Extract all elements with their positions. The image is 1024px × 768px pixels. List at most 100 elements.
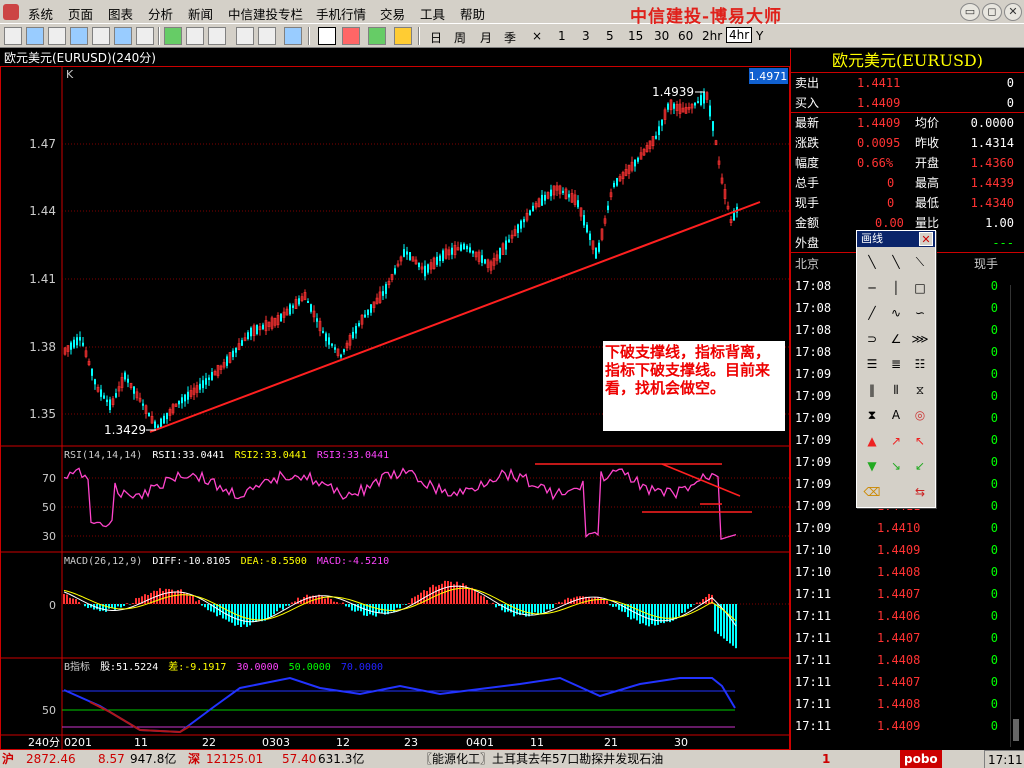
toolbar-btn-6[interactable]	[114, 27, 132, 45]
up-left-arrow-icon[interactable]: ↖	[909, 430, 931, 452]
period-4hr[interactable]: 4hr	[726, 27, 753, 43]
gann-icon[interactable]: ≣	[885, 353, 907, 375]
candle-body	[358, 323, 360, 326]
channel-icon[interactable]: ☷	[909, 353, 931, 375]
up-right-arrow-icon[interactable]: ↗	[885, 430, 907, 452]
clock: 17:11	[984, 750, 1024, 768]
zoom-out-icon[interactable]	[208, 27, 226, 45]
candle-body	[202, 380, 204, 389]
toolbar-btn-4[interactable]	[70, 27, 88, 45]
quote-row-change: 涨跌 0.0095 昨收 1.4314	[791, 133, 1024, 153]
quote-row-latest: 最新 1.4409 均价 0.0000	[791, 113, 1024, 133]
down-right-arrow-icon[interactable]: ↘	[885, 455, 907, 477]
line-tool-icon[interactable]: ╲	[861, 251, 883, 273]
period-1min[interactable]: 1	[558, 29, 566, 43]
rsi2-value: RSI2:33.0441	[235, 450, 307, 461]
ray-tool-icon[interactable]: ╲	[885, 251, 907, 273]
cycle-lines-icon[interactable]: ‖	[861, 379, 883, 401]
candle-body	[484, 259, 486, 264]
draw-line-icon[interactable]	[318, 27, 336, 45]
candle-body	[364, 314, 366, 318]
change-label: 涨跌	[795, 136, 820, 150]
hourglass-icon[interactable]: ⧖	[909, 379, 931, 401]
menu-help[interactable]: 帮助	[460, 4, 485, 23]
up-arrow-icon[interactable]: ▲	[861, 430, 883, 452]
menu-analysis[interactable]: 分析	[148, 4, 173, 23]
b-title: B指标	[64, 660, 90, 673]
horizontal-line-icon[interactable]: ─	[861, 277, 883, 299]
zoom-in-icon[interactable]	[186, 27, 204, 45]
parallel-tool-icon[interactable]: ⟍	[909, 251, 931, 273]
wave-icon[interactable]: ∿	[885, 302, 907, 324]
speed-line-icon[interactable]: ⧗	[861, 404, 883, 426]
menu-news[interactable]: 新闻	[188, 4, 213, 23]
toolbar-btn-2[interactable]	[26, 27, 44, 45]
rectangle-icon[interactable]: □	[909, 277, 931, 299]
text-tool-icon[interactable]: A	[885, 404, 907, 426]
tick-row: 17:11 1.4406 0	[791, 605, 1024, 627]
period-2hr[interactable]: 2hr	[702, 29, 722, 43]
period-close-icon[interactable]: ×	[532, 29, 542, 43]
alert-count[interactable]: 1	[822, 750, 830, 768]
toolbar-btn-3[interactable]	[48, 27, 66, 45]
candle-body	[655, 135, 657, 139]
app-logo-icon[interactable]	[3, 4, 19, 20]
sz-label: 深	[188, 752, 201, 766]
menu-mobile-quotes[interactable]: 手机行情	[316, 4, 366, 23]
down-left-arrow-icon[interactable]: ↙	[909, 455, 931, 477]
b-diff: 差:-9.1917	[168, 660, 226, 673]
palette-close-button[interactable]: ✕	[919, 232, 933, 246]
period-15min[interactable]: 15	[628, 29, 643, 43]
candle-body	[427, 264, 429, 273]
period-quarter[interactable]: 季	[504, 29, 516, 46]
candle-body	[100, 389, 102, 397]
menu-system[interactable]: 系统	[28, 4, 53, 23]
period-week[interactable]: 周	[454, 29, 466, 46]
candle-body	[439, 255, 441, 261]
period-day[interactable]: 日	[430, 29, 442, 46]
target-icon[interactable]: ◎	[909, 404, 931, 426]
close-button[interactable]: ✕	[1004, 3, 1022, 21]
cursor-icon[interactable]	[258, 27, 276, 45]
alarm-bell-icon[interactable]	[342, 27, 360, 45]
toolbar-btn-5[interactable]	[92, 27, 110, 45]
menu-citic-column[interactable]: 中信建投专栏	[228, 4, 303, 23]
menu-tools[interactable]: 工具	[420, 4, 445, 23]
total-label: 总手	[795, 176, 820, 190]
down-arrow-icon[interactable]: ▼	[861, 455, 883, 477]
export-icon[interactable]	[284, 27, 302, 45]
period-year[interactable]: Y	[756, 29, 763, 43]
blocks-icon[interactable]	[368, 27, 386, 45]
refresh-icon[interactable]	[164, 27, 182, 45]
toolbar-btn-7[interactable]	[136, 27, 154, 45]
pointer-icon[interactable]	[236, 27, 254, 45]
lightning-icon[interactable]	[394, 27, 412, 45]
vertical-line-icon[interactable]: │	[885, 277, 907, 299]
menu-trade[interactable]: 交易	[380, 4, 405, 23]
angle-icon[interactable]: ∠	[885, 328, 907, 350]
period-60min[interactable]: 60	[678, 29, 693, 43]
swap-icon[interactable]: ⇆	[909, 481, 931, 503]
time-zone-icon[interactable]: ⦀	[885, 379, 907, 401]
candle-body	[205, 378, 207, 385]
minimize-button[interactable]: ▭	[960, 3, 980, 21]
outer-value: ---	[992, 236, 1014, 250]
restore-button[interactable]: ◻	[982, 3, 1002, 21]
scrollbar-thumb[interactable]	[1013, 719, 1019, 741]
eraser-icon[interactable]: ⌫	[861, 481, 883, 503]
tick-volume: 0	[990, 697, 998, 711]
menu-page[interactable]: 页面	[68, 4, 93, 23]
period-month[interactable]: 月	[480, 29, 492, 46]
period-3min[interactable]: 3	[582, 29, 590, 43]
diagonal-line-icon[interactable]: ╱	[861, 302, 883, 324]
fan-icon[interactable]: ⋙	[909, 328, 931, 350]
period-30min[interactable]: 30	[654, 29, 669, 43]
toolbar-btn-1[interactable]	[4, 27, 22, 45]
curve-icon[interactable]: ∽	[909, 302, 931, 324]
tick-scrollbar[interactable]	[1010, 285, 1020, 747]
menu-chart[interactable]: 图表	[108, 4, 133, 23]
period-5min[interactable]: 5	[606, 29, 614, 43]
news-ticker[interactable]: 〖能源化工〗土耳其去年57口勘探井发现石油	[420, 750, 663, 768]
fibonacci-icon[interactable]: ☰	[861, 353, 883, 375]
arc-icon[interactable]: ⊃	[861, 328, 883, 350]
